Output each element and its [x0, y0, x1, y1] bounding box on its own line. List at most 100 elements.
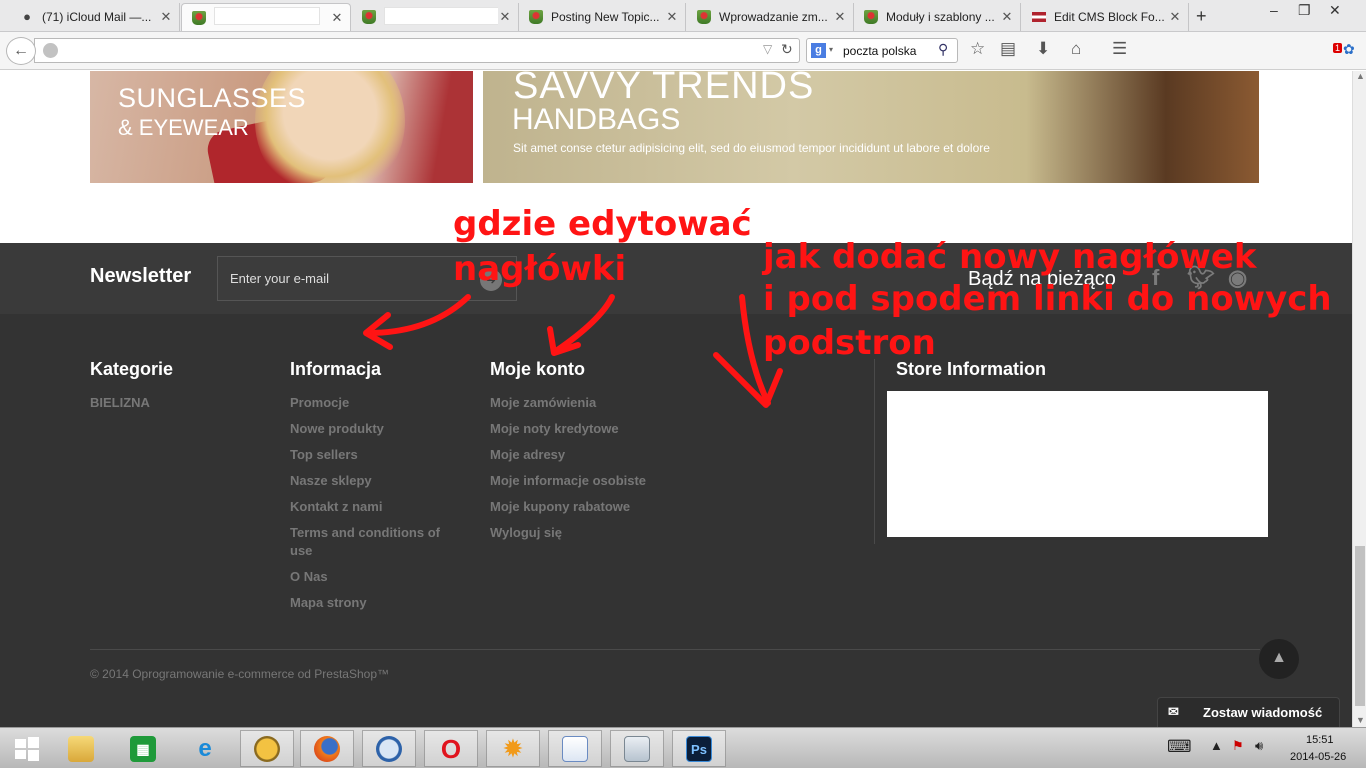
tab-edit-cms-block[interactable]: Edit CMS Block Fo... ✕: [1022, 3, 1189, 31]
footer-link[interactable]: BIELIZNA: [90, 394, 150, 412]
calculator-icon: [624, 735, 650, 762]
footer-link[interactable]: Moje informacje osobiste: [490, 472, 646, 490]
tab-wprowadzanie[interactable]: Wprowadzanie zm... ✕: [687, 3, 854, 31]
url-dropdown-icon[interactable]: ▽: [763, 42, 772, 56]
taskbar-store[interactable]: ▦: [116, 730, 170, 767]
footer-link[interactable]: Terms and conditions of use: [290, 524, 450, 560]
close-tab-icon[interactable]: ✕: [498, 9, 512, 25]
reading-list-icon[interactable]: ▤: [1000, 39, 1016, 59]
mail-app-icon: [254, 735, 280, 762]
taskbar-calculator[interactable]: [610, 730, 664, 767]
footer-link[interactable]: Top sellers: [290, 446, 358, 464]
chat-button[interactable]: ✉ Zostaw wiadomość: [1157, 697, 1340, 727]
close-tab-icon[interactable]: ✕: [330, 10, 344, 26]
search-input[interactable]: poczta polska: [843, 44, 916, 58]
newsletter-placeholder: Enter your e-mail: [230, 271, 329, 286]
restore-button[interactable]: ❐: [1298, 2, 1311, 19]
bookmark-star-icon[interactable]: ☆: [970, 39, 985, 59]
footer-link[interactable]: Moje adresy: [490, 446, 565, 464]
footer-link[interactable]: Promocje: [290, 394, 349, 412]
footer-link[interactable]: Nowe produkty: [290, 420, 384, 438]
firefox-icon: [314, 735, 340, 762]
clock-time[interactable]: 15:51: [1306, 734, 1334, 746]
footer-link[interactable]: Moje kupony rabatowe: [490, 498, 630, 516]
show-hidden-icons-icon[interactable]: ▲: [1210, 738, 1223, 753]
taskbar-file-explorer[interactable]: [54, 730, 108, 767]
tab-shop-2[interactable]: ✕: [352, 3, 519, 31]
back-button[interactable]: ←: [6, 37, 36, 65]
taskbar-photoshop[interactable]: Ps: [672, 730, 726, 767]
tab-label: Wprowadzanie zm...: [719, 10, 828, 24]
footer-link[interactable]: Nasze sklepy: [290, 472, 372, 490]
store-divider: [874, 359, 875, 544]
footer-link[interactable]: Kontakt z nami: [290, 498, 382, 516]
tab-icloud-mail[interactable]: ● (71) iCloud Mail —... ✕: [10, 3, 180, 31]
scroll-up-icon[interactable]: ▲: [1356, 71, 1365, 81]
taskbar-mail-app[interactable]: [240, 730, 294, 767]
tab-posting-new-topic[interactable]: Posting New Topic... ✕: [519, 3, 686, 31]
minimize-button[interactable]: –: [1270, 2, 1278, 18]
prestashop-icon: [362, 10, 376, 24]
latvia-flag-icon: [1032, 12, 1046, 22]
file-explorer-icon: [68, 735, 94, 762]
back-arrow-icon: ←: [13, 42, 29, 59]
downloads-icon[interactable]: ⬇: [1036, 39, 1050, 59]
photoshop-icon: Ps: [686, 735, 712, 762]
scroll-down-icon[interactable]: ▼: [1356, 715, 1365, 725]
network-status-icon[interactable]: ⚑: [1232, 738, 1244, 754]
search-engine-dropdown-icon[interactable]: ▾: [829, 45, 833, 54]
start-icon: [15, 736, 39, 761]
annotation-text: jak dodać nowy nagłówek: [763, 237, 1257, 277]
taskbar-firefox[interactable]: [300, 730, 354, 767]
close-tab-icon[interactable]: ✕: [1168, 9, 1182, 25]
footer-link[interactable]: O Nas: [290, 568, 328, 586]
notification-badge[interactable]: 1: [1333, 43, 1343, 53]
taskbar-sun-app[interactable]: ✹: [486, 730, 540, 767]
scroll-to-top-button[interactable]: ▲: [1259, 639, 1299, 679]
volume-icon[interactable]: 🔊︎: [1255, 738, 1263, 754]
banner-sunglasses[interactable]: SUNGLASSES & EYEWEAR: [90, 71, 473, 183]
home-icon[interactable]: ⌂: [1071, 39, 1081, 59]
google-icon[interactable]: g: [811, 43, 826, 58]
footer: Kategorie BIELIZNA Informacja Promocje N…: [0, 314, 1352, 727]
clock-date[interactable]: 2014-05-26: [1290, 751, 1346, 763]
prestashop-icon: [697, 10, 711, 24]
tab-moduly[interactable]: Moduły i szablony ... ✕: [854, 3, 1021, 31]
banner-handbags[interactable]: SAVVY TRENDS HANDBAGS Sit amet conse cte…: [483, 71, 1259, 183]
search-icon[interactable]: ⚲: [938, 41, 948, 58]
reload-icon[interactable]: ↻: [781, 41, 793, 58]
close-tab-icon[interactable]: ✕: [1000, 9, 1014, 25]
close-window-button[interactable]: ✕: [1329, 2, 1341, 19]
copyright-text: © 2014 Oprogramowanie e-commerce od Pres…: [90, 667, 389, 681]
taskbar-opera[interactable]: O: [424, 730, 478, 767]
url-bar[interactable]: ▽ ↻: [34, 38, 800, 63]
chevron-up-icon: ▲: [1271, 649, 1287, 666]
browser-tab-bar: ● (71) iCloud Mail —... ✕ ✕ ✕ Posting Ne…: [0, 0, 1366, 32]
tab-label: (71) iCloud Mail —...: [42, 10, 152, 24]
taskbar-gt-app[interactable]: [362, 730, 416, 767]
annotation-text: nagłówki: [453, 249, 627, 289]
close-tab-icon[interactable]: ✕: [833, 9, 847, 25]
taskbar-wordpad[interactable]: [548, 730, 602, 767]
page-scrollbar[interactable]: ▲ ▼: [1352, 71, 1366, 727]
opera-icon: O: [440, 733, 462, 764]
addon-icon[interactable]: ✿: [1343, 41, 1355, 58]
footer-link[interactable]: Wyloguj się: [490, 524, 562, 542]
newsletter-title: Newsletter: [90, 265, 192, 287]
footer-link[interactable]: Moje zamówienia: [490, 394, 596, 412]
scroll-thumb[interactable]: [1355, 546, 1365, 706]
windows-taskbar: ▦ e O ✹ Ps ⌨ ▲ ⚑ 🔊︎ 15:51 2014-05-26: [0, 727, 1366, 768]
new-tab-button[interactable]: +: [1196, 6, 1207, 27]
tab-active-shop[interactable]: ✕: [181, 3, 351, 31]
start-button[interactable]: [0, 730, 54, 767]
menu-icon[interactable]: ☰: [1112, 39, 1127, 59]
wordpad-icon: [562, 735, 588, 762]
keyboard-icon[interactable]: ⌨: [1167, 737, 1192, 757]
footer-link[interactable]: Moje noty kredytowe: [490, 420, 619, 438]
taskbar-internet-explorer[interactable]: e: [178, 730, 232, 767]
close-tab-icon[interactable]: ✕: [665, 9, 679, 25]
footer-link[interactable]: Mapa strony: [290, 594, 367, 612]
search-box[interactable]: g ▾ poczta polska ⚲: [806, 38, 958, 63]
apple-icon: ●: [23, 9, 31, 24]
close-tab-icon[interactable]: ✕: [159, 9, 173, 25]
